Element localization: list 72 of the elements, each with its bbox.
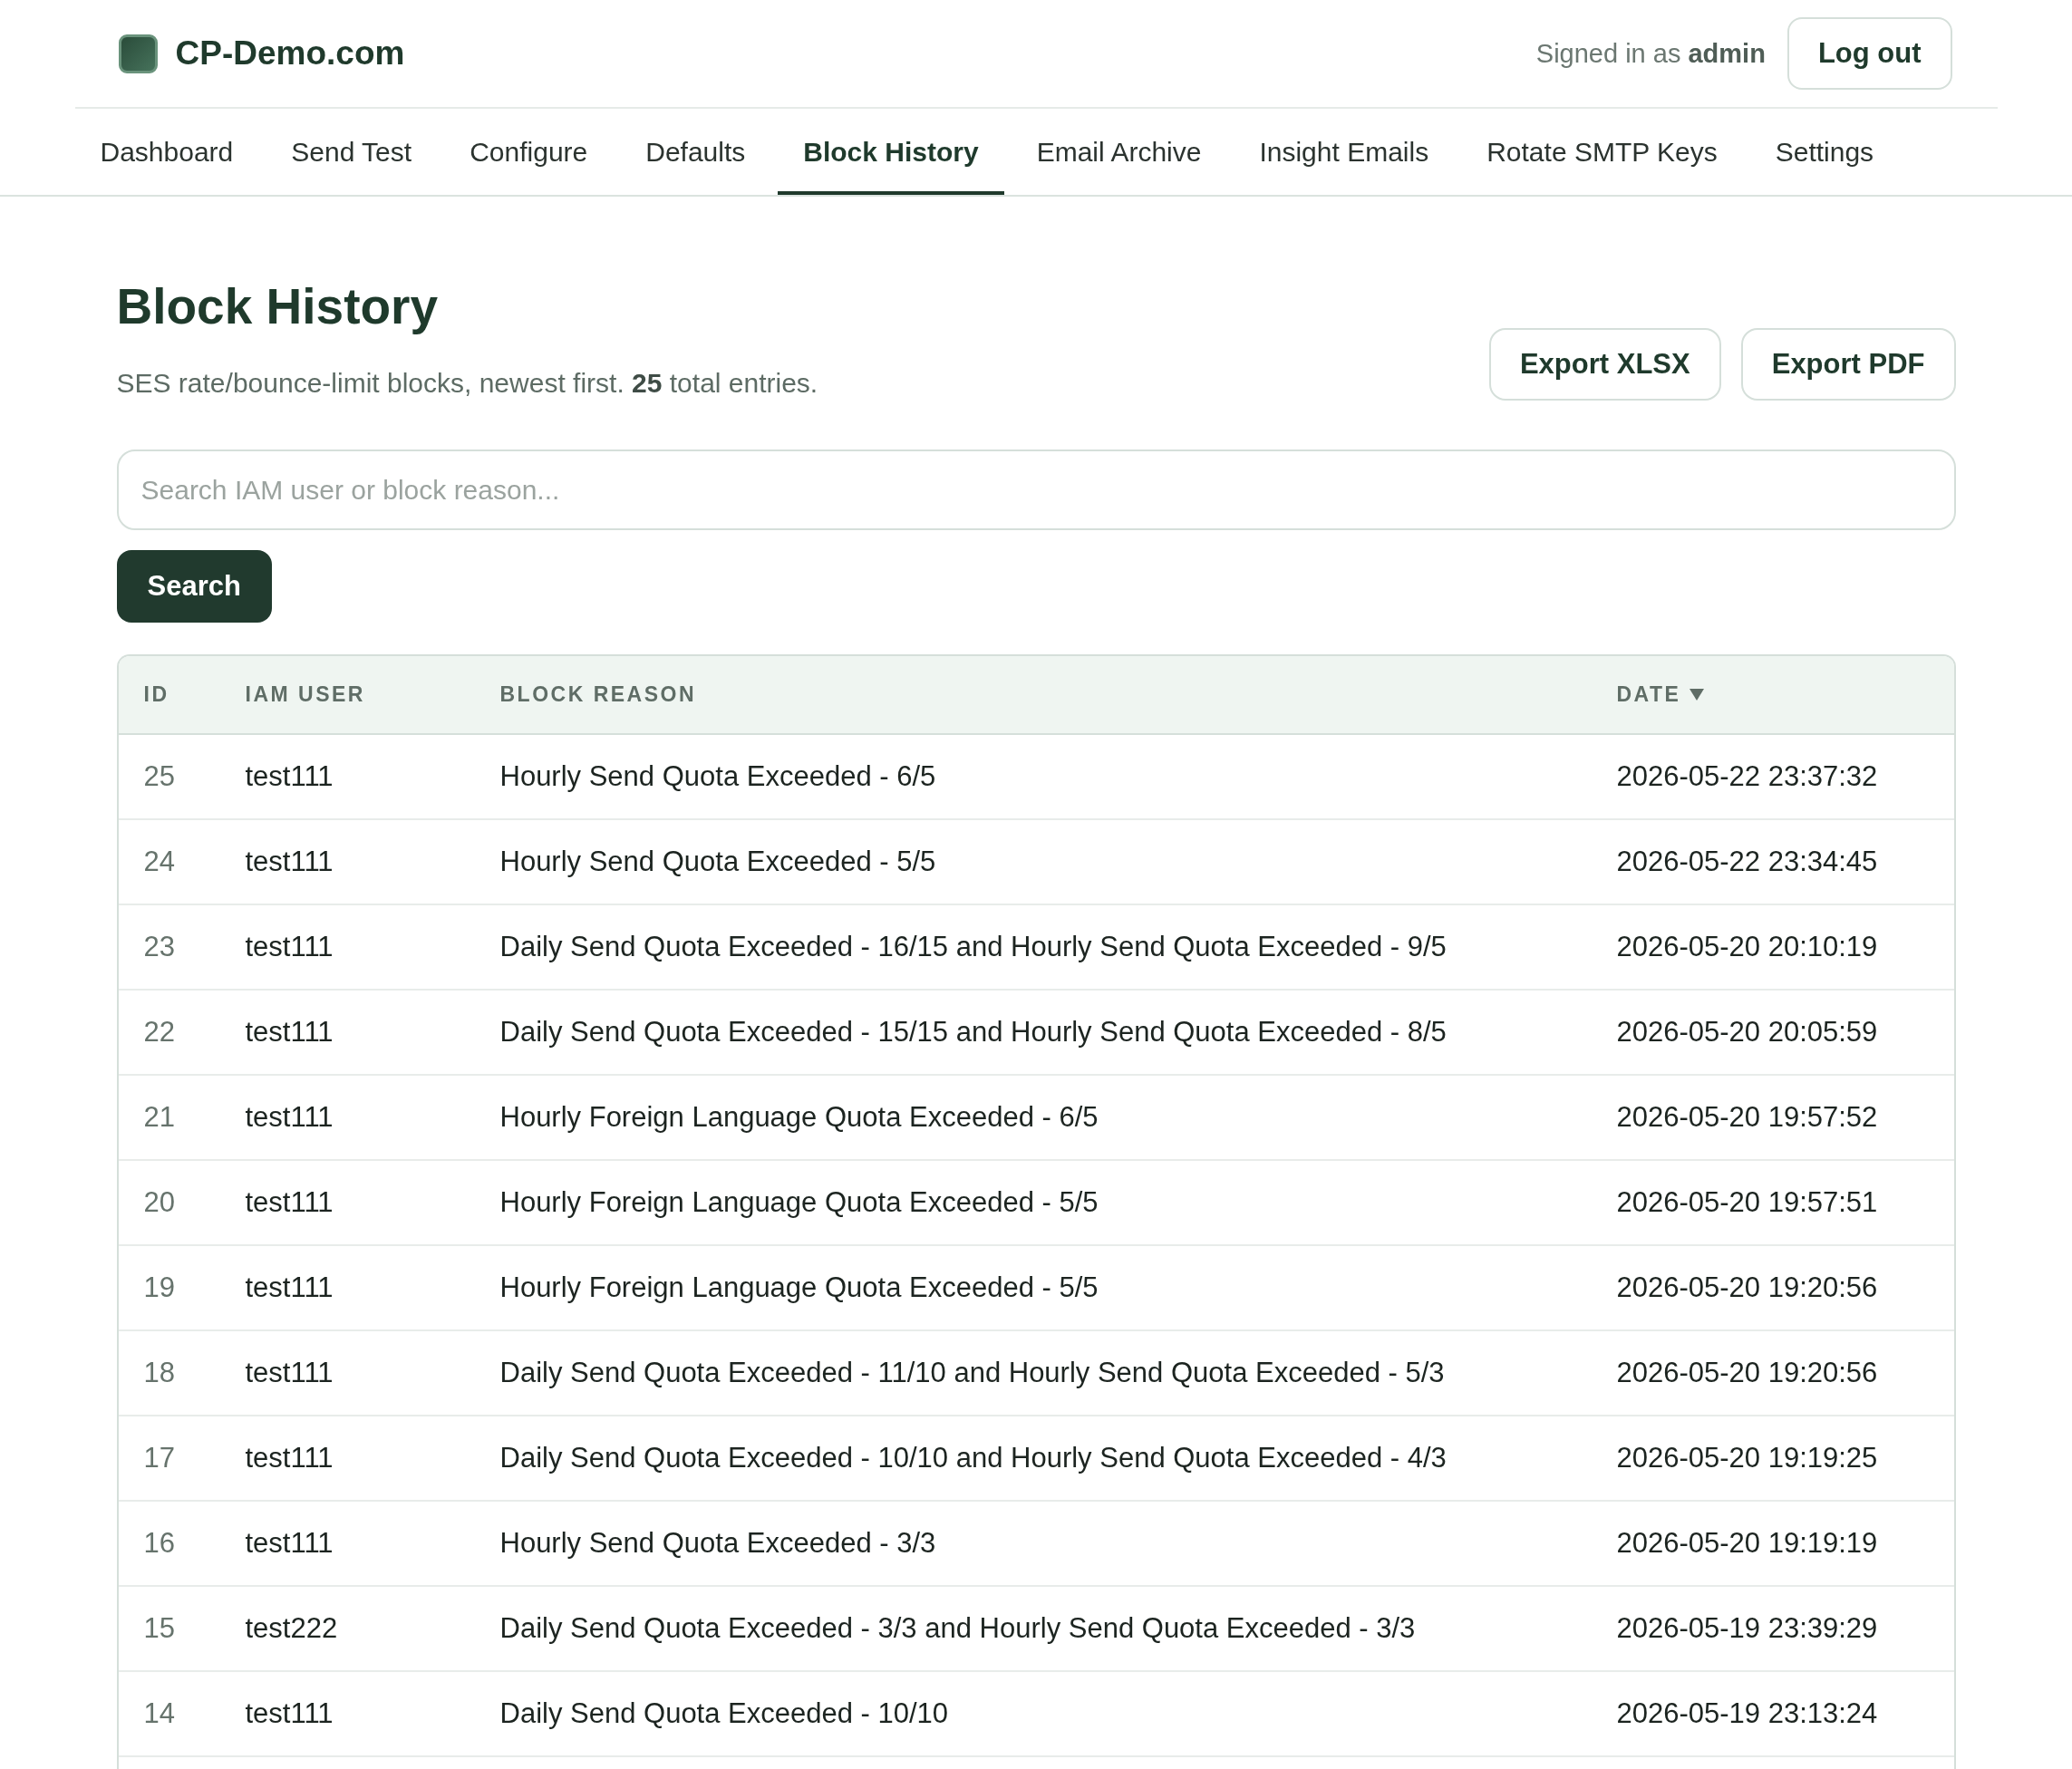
table-cell: Hourly Send Quota Exceeded - 6/5 [499, 760, 936, 793]
signed-in-text: Signed in as admin [1535, 38, 1766, 69]
column-header[interactable]: BLOCK REASON [499, 682, 697, 707]
table-cell: Hourly Foreign Language Quota Exceeded - 6/5 [499, 1101, 1099, 1134]
nav-tab[interactable]: Defaults [620, 109, 771, 195]
nav-tab[interactable]: Settings [1749, 109, 1900, 195]
table-cell: test111 [245, 1527, 334, 1560]
table-cell: 2026-05-20 19:19:25 [1616, 1442, 1878, 1474]
table-cell: test111 [245, 846, 334, 878]
table-cell: 2026-05-20 19:20:56 [1616, 1271, 1878, 1304]
table-cell: 22 [143, 1016, 175, 1049]
table-cell: 2026-05-22 23:37:32 [1616, 760, 1878, 793]
sort-down-icon [1690, 689, 1705, 701]
table-cell: 2026-05-20 19:57:52 [1616, 1101, 1878, 1134]
brand-name[interactable]: CP-Demo.com [175, 34, 405, 72]
page-title: Block History [116, 277, 440, 336]
table-cell: Daily Send Quota Exceeded - 16/15 and Hourly Send Quota Exceeded - 9/5 [499, 931, 1447, 963]
table-cell: 20 [143, 1186, 175, 1219]
nav-tab[interactable]: Insight Emails [1234, 109, 1455, 195]
nav-tab[interactable]: Rotate SMTP Keys [1461, 109, 1743, 195]
table-cell: Daily Send Quota Exceeded - 11/10 and Hourly Send Quota Exceeded - 5/3 [499, 1357, 1445, 1389]
search-field[interactable]: Search IAM user or block reason... [116, 450, 1956, 530]
table-cell: test111 [245, 1101, 334, 1134]
table-cell: 15 [143, 1612, 175, 1645]
table-cell: Daily Send Quota Exceeded - 15/15 and Hourly Send Quota Exceeded - 8/5 [499, 1016, 1447, 1049]
column-header[interactable]: DATE [1616, 682, 1705, 707]
table-cell: 2026-05-20 19:20:56 [1616, 1357, 1878, 1389]
logout-button[interactable]: Log out [1786, 17, 1952, 90]
table-cell: 21 [143, 1101, 175, 1134]
table-cell: 24 [143, 846, 175, 878]
nav-tab[interactable]: Email Archive [1011, 109, 1227, 195]
table-cell: Daily Send Quota Exceeded - 10/10 [499, 1697, 949, 1730]
table-cell: 2026-05-20 20:05:59 [1616, 1016, 1878, 1049]
table-cell: 2026-05-20 19:19:19 [1616, 1527, 1878, 1560]
table-cell: test111 [245, 1186, 334, 1219]
table-cell: Hourly Foreign Language Quota Exceeded - 5/5 [499, 1271, 1099, 1304]
table-cell: test111 [245, 1016, 334, 1049]
table-cell: 16 [143, 1527, 175, 1560]
table-cell: test111 [245, 760, 334, 793]
table-cell: 19 [143, 1271, 175, 1304]
nav-tab[interactable]: Block History [778, 109, 1004, 195]
table-cell: test111 [245, 1357, 334, 1389]
export-button[interactable]: Export PDF [1740, 328, 1956, 401]
table-cell: 23 [143, 931, 175, 963]
table-cell: Daily Send Quota Exceeded - 3/3 and Hourly Send Quota Exceeded - 3/3 [499, 1612, 1416, 1645]
table-cell: 18 [143, 1357, 175, 1389]
table-cell: 14 [143, 1697, 175, 1730]
logo-icon [118, 34, 158, 73]
table-cell: 17 [143, 1442, 175, 1474]
column-header[interactable]: IAM USER [245, 682, 365, 707]
table-cell: 2026-05-19 23:13:24 [1616, 1697, 1878, 1730]
table-cell: Hourly Send Quota Exceeded - 3/3 [499, 1527, 936, 1560]
table-cell: Daily Send Quota Exceeded - 10/10 and Hourly Send Quota Exceeded - 4/3 [499, 1442, 1447, 1474]
table-cell: 2026-05-20 20:10:19 [1616, 931, 1878, 963]
table-cell: test111 [245, 1697, 334, 1730]
nav-tab[interactable]: Send Test [266, 109, 438, 195]
nav-tab[interactable]: Configure [444, 109, 614, 195]
table-cell: test111 [245, 1442, 334, 1474]
table-cell: 25 [143, 760, 175, 793]
table-cell: test111 [245, 1271, 334, 1304]
column-header[interactable]: ID [143, 682, 169, 707]
table-cell: Hourly Foreign Language Quota Exceeded - 5/5 [499, 1186, 1099, 1219]
table-cell: 2026-05-22 23:34:45 [1616, 846, 1878, 878]
search-button[interactable]: Search [116, 550, 272, 623]
page-subtitle: SES rate/bounce-limit blocks, newest first. 25 total entries. [116, 367, 818, 400]
table-cell: test222 [245, 1612, 338, 1645]
table-cell: Hourly Send Quota Exceeded - 5/5 [499, 846, 936, 878]
table-cell: 2026-05-19 23:39:29 [1616, 1612, 1878, 1645]
table-cell: 2026-05-20 19:57:51 [1616, 1186, 1878, 1219]
table-cell: test111 [245, 931, 334, 963]
nav-tab[interactable]: Dashboard [74, 109, 259, 195]
export-button[interactable]: Export XLSX [1488, 328, 1721, 401]
